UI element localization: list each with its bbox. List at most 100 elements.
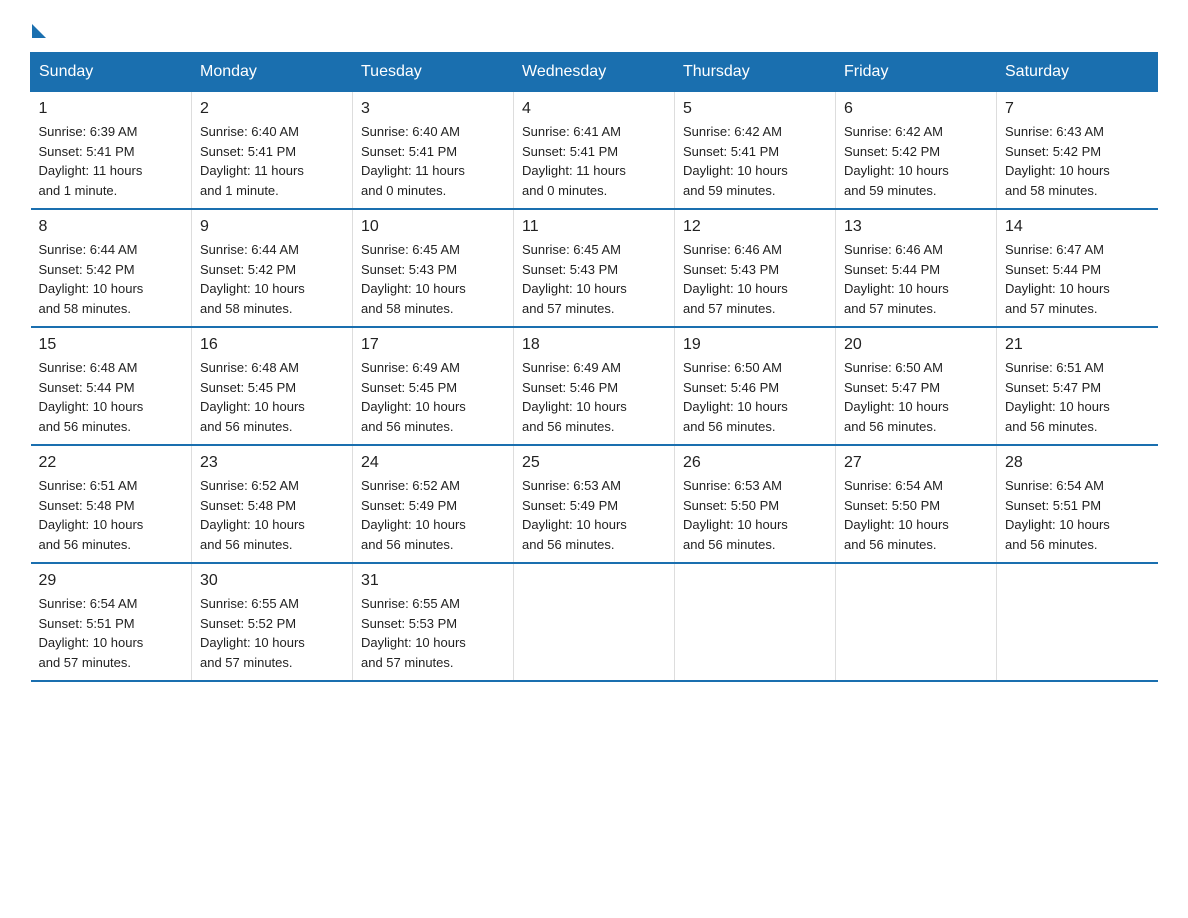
calendar-cell: 10 Sunrise: 6:45 AMSunset: 5:43 PMDayligh… — [353, 209, 514, 327]
calendar-cell — [675, 563, 836, 681]
day-number: 2 — [200, 100, 344, 118]
calendar-week-row: 1Sunrise: 6:39 AMSunset: 5:41 PMDaylight… — [31, 92, 1158, 210]
calendar-cell: 24 Sunrise: 6:52 AMSunset: 5:49 PMDayligh… — [353, 445, 514, 563]
day-number: 29 — [39, 572, 184, 590]
calendar-cell: 28 Sunrise: 6:54 AMSunset: 5:51 PMDayligh… — [997, 445, 1158, 563]
day-info: Sunrise: 6:48 AMSunset: 5:45 PMDaylight:… — [200, 358, 344, 436]
column-header-thursday: Thursday — [675, 53, 836, 92]
day-number: 12 — [683, 218, 827, 236]
day-number: 21 — [1005, 336, 1150, 354]
day-number: 3 — [361, 100, 505, 118]
day-number: 6 — [844, 100, 988, 118]
day-info: Sunrise: 6:50 AMSunset: 5:46 PMDaylight:… — [683, 358, 827, 436]
calendar-cell: 22 Sunrise: 6:51 AMSunset: 5:48 PMDayligh… — [31, 445, 192, 563]
day-info: Sunrise: 6:40 AMSunset: 5:41 PMDaylight:… — [200, 122, 344, 200]
calendar-week-row: 8 Sunrise: 6:44 AMSunset: 5:42 PMDaylight… — [31, 209, 1158, 327]
day-number: 9 — [200, 218, 344, 236]
day-number: 8 — [39, 218, 184, 236]
day-info: Sunrise: 6:49 AMSunset: 5:46 PMDaylight:… — [522, 358, 666, 436]
day-info: Sunrise: 6:48 AMSunset: 5:44 PMDaylight:… — [39, 358, 184, 436]
calendar-cell: 13 Sunrise: 6:46 AMSunset: 5:44 PMDayligh… — [836, 209, 997, 327]
calendar-cell: 15 Sunrise: 6:48 AMSunset: 5:44 PMDayligh… — [31, 327, 192, 445]
calendar-cell: 5Sunrise: 6:42 AMSunset: 5:41 PMDaylight… — [675, 92, 836, 210]
day-info: Sunrise: 6:53 AMSunset: 5:50 PMDaylight:… — [683, 476, 827, 554]
day-info: Sunrise: 6:55 AMSunset: 5:52 PMDaylight:… — [200, 594, 344, 672]
calendar-week-row: 22 Sunrise: 6:51 AMSunset: 5:48 PMDayligh… — [31, 445, 1158, 563]
calendar-cell — [997, 563, 1158, 681]
day-number: 11 — [522, 218, 666, 236]
calendar-cell: 11 Sunrise: 6:45 AMSunset: 5:43 PMDayligh… — [514, 209, 675, 327]
calendar-cell: 26 Sunrise: 6:53 AMSunset: 5:50 PMDayligh… — [675, 445, 836, 563]
day-info: Sunrise: 6:49 AMSunset: 5:45 PMDaylight:… — [361, 358, 505, 436]
day-info: Sunrise: 6:51 AMSunset: 5:48 PMDaylight:… — [39, 476, 184, 554]
day-number: 4 — [522, 100, 666, 118]
day-info: Sunrise: 6:40 AMSunset: 5:41 PMDaylight:… — [361, 122, 505, 200]
day-number: 17 — [361, 336, 505, 354]
day-info: Sunrise: 6:45 AMSunset: 5:43 PMDaylight:… — [361, 240, 505, 318]
calendar-cell — [514, 563, 675, 681]
calendar-cell: 21 Sunrise: 6:51 AMSunset: 5:47 PMDayligh… — [997, 327, 1158, 445]
day-number: 15 — [39, 336, 184, 354]
calendar-cell — [836, 563, 997, 681]
day-info: Sunrise: 6:45 AMSunset: 5:43 PMDaylight:… — [522, 240, 666, 318]
day-info: Sunrise: 6:44 AMSunset: 5:42 PMDaylight:… — [200, 240, 344, 318]
day-info: Sunrise: 6:50 AMSunset: 5:47 PMDaylight:… — [844, 358, 988, 436]
calendar-cell: 30 Sunrise: 6:55 AMSunset: 5:52 PMDayligh… — [192, 563, 353, 681]
day-info: Sunrise: 6:51 AMSunset: 5:47 PMDaylight:… — [1005, 358, 1150, 436]
day-info: Sunrise: 6:41 AMSunset: 5:41 PMDaylight:… — [522, 122, 666, 200]
calendar-cell: 27 Sunrise: 6:54 AMSunset: 5:50 PMDayligh… — [836, 445, 997, 563]
day-info: Sunrise: 6:52 AMSunset: 5:48 PMDaylight:… — [200, 476, 344, 554]
calendar-cell: 31 Sunrise: 6:55 AMSunset: 5:53 PMDayligh… — [353, 563, 514, 681]
day-number: 16 — [200, 336, 344, 354]
column-header-saturday: Saturday — [997, 53, 1158, 92]
day-number: 28 — [1005, 454, 1150, 472]
day-info: Sunrise: 6:54 AMSunset: 5:51 PMDaylight:… — [39, 594, 184, 672]
day-number: 26 — [683, 454, 827, 472]
column-header-friday: Friday — [836, 53, 997, 92]
calendar-cell: 1Sunrise: 6:39 AMSunset: 5:41 PMDaylight… — [31, 92, 192, 210]
day-number: 10 — [361, 218, 505, 236]
day-number: 25 — [522, 454, 666, 472]
calendar-table: SundayMondayTuesdayWednesdayThursdayFrid… — [30, 52, 1158, 682]
day-number: 27 — [844, 454, 988, 472]
calendar-header-row: SundayMondayTuesdayWednesdayThursdayFrid… — [31, 53, 1158, 92]
day-number: 31 — [361, 572, 505, 590]
day-number: 23 — [200, 454, 344, 472]
day-number: 24 — [361, 454, 505, 472]
calendar-cell: 20Sunrise: 6:50 AMSunset: 5:47 PMDayligh… — [836, 327, 997, 445]
calendar-cell: 3 Sunrise: 6:40 AMSunset: 5:41 PMDaylight… — [353, 92, 514, 210]
calendar-cell: 12 Sunrise: 6:46 AMSunset: 5:43 PMDayligh… — [675, 209, 836, 327]
day-number: 14 — [1005, 218, 1150, 236]
column-header-sunday: Sunday — [31, 53, 192, 92]
day-info: Sunrise: 6:55 AMSunset: 5:53 PMDaylight:… — [361, 594, 505, 672]
calendar-cell: 9 Sunrise: 6:44 AMSunset: 5:42 PMDaylight… — [192, 209, 353, 327]
day-info: Sunrise: 6:54 AMSunset: 5:50 PMDaylight:… — [844, 476, 988, 554]
column-header-tuesday: Tuesday — [353, 53, 514, 92]
day-number: 22 — [39, 454, 184, 472]
logo — [30, 20, 46, 32]
calendar-cell: 29 Sunrise: 6:54 AMSunset: 5:51 PMDayligh… — [31, 563, 192, 681]
calendar-cell: 16 Sunrise: 6:48 AMSunset: 5:45 PMDayligh… — [192, 327, 353, 445]
calendar-week-row: 29 Sunrise: 6:54 AMSunset: 5:51 PMDayligh… — [31, 563, 1158, 681]
day-number: 5 — [683, 100, 827, 118]
calendar-cell: 4 Sunrise: 6:41 AMSunset: 5:41 PMDaylight… — [514, 92, 675, 210]
day-info: Sunrise: 6:43 AMSunset: 5:42 PMDaylight:… — [1005, 122, 1150, 200]
day-info: Sunrise: 6:46 AMSunset: 5:44 PMDaylight:… — [844, 240, 988, 318]
calendar-cell: 25Sunrise: 6:53 AMSunset: 5:49 PMDayligh… — [514, 445, 675, 563]
calendar-cell: 2 Sunrise: 6:40 AMSunset: 5:41 PMDaylight… — [192, 92, 353, 210]
calendar-cell: 7Sunrise: 6:43 AMSunset: 5:42 PMDaylight… — [997, 92, 1158, 210]
day-info: Sunrise: 6:42 AMSunset: 5:42 PMDaylight:… — [844, 122, 988, 200]
calendar-cell: 6 Sunrise: 6:42 AMSunset: 5:42 PMDaylight… — [836, 92, 997, 210]
column-header-monday: Monday — [192, 53, 353, 92]
day-number: 13 — [844, 218, 988, 236]
day-info: Sunrise: 6:46 AMSunset: 5:43 PMDaylight:… — [683, 240, 827, 318]
day-info: Sunrise: 6:54 AMSunset: 5:51 PMDaylight:… — [1005, 476, 1150, 554]
calendar-cell: 17 Sunrise: 6:49 AMSunset: 5:45 PMDayligh… — [353, 327, 514, 445]
column-header-wednesday: Wednesday — [514, 53, 675, 92]
day-number: 1 — [39, 100, 184, 118]
day-number: 30 — [200, 572, 344, 590]
calendar-cell: 14Sunrise: 6:47 AMSunset: 5:44 PMDayligh… — [997, 209, 1158, 327]
logo-arrow-icon — [32, 24, 46, 38]
page-header — [30, 20, 1158, 32]
day-info: Sunrise: 6:52 AMSunset: 5:49 PMDaylight:… — [361, 476, 505, 554]
